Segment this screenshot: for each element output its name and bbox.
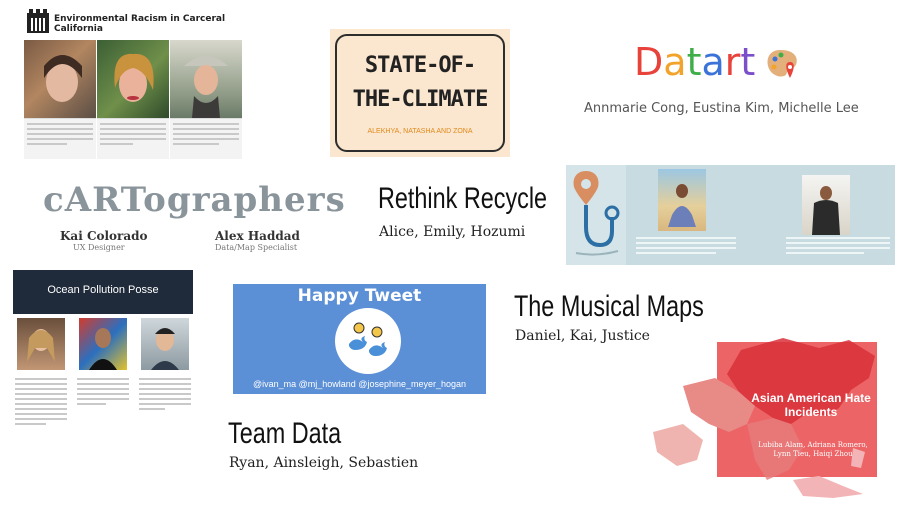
member-photo [97, 40, 169, 118]
tile-header: Environmental Racism in Carceral Califor… [24, 6, 242, 40]
tile-header: Ocean Pollution Posse [13, 270, 193, 314]
tile-title: Ocean Pollution Posse [47, 284, 159, 296]
logo-letter: D [634, 40, 664, 84]
person-role: Data/Map Specialist [215, 243, 298, 252]
member-photo [17, 318, 65, 370]
member-photo [141, 318, 189, 370]
stethoscope-pin-icon [573, 171, 620, 256]
tile-handles: @ivan_ma @mj_howland @josephine_meyer_ho… [252, 379, 467, 389]
logo-letter: a [663, 40, 687, 84]
env-racism-tile[interactable]: Environmental Racism in Carceral Califor… [24, 6, 242, 159]
tile-title-line1: STATE-OF- [364, 53, 476, 78]
tile-members: ALEKHYA, NATASHA AND ZONA [367, 128, 473, 135]
logo-letter: t [740, 40, 756, 84]
tile-title: Happy Tweet [297, 286, 422, 306]
birds-logo [335, 308, 401, 374]
musical-maps-title[interactable]: The Musical Maps [514, 290, 704, 324]
tile-logo-panel [566, 165, 626, 265]
member-caption [97, 118, 169, 159]
logo-letter: t [686, 40, 702, 84]
health-map-tile[interactable] [566, 165, 895, 265]
palette-pin-icon [767, 50, 797, 78]
member-photo [79, 318, 127, 370]
person-name: Kai Colorado [60, 229, 148, 243]
musical-maps-members: Daniel, Kai, Justice [515, 328, 650, 344]
rethink-recycle-members: Alice, Emily, Hozumi [379, 224, 526, 240]
team-data-members: Ryan, Ainsleigh, Sebastien [229, 455, 419, 471]
person-role: UX Designer [73, 243, 125, 252]
member-photo [658, 169, 706, 231]
logo-letter: a [701, 40, 725, 84]
member-caption [24, 118, 96, 159]
state-of-climate-tile[interactable]: STATE-OF- THE-CLIMATE ALEKHYA, NATASHA A… [330, 29, 510, 157]
asian-american-hate-tile[interactable]: Asian American Hate Incidents Lubiba Ala… [643, 320, 888, 498]
twitter-birds-icon [349, 322, 387, 356]
logo-letter: r [724, 40, 741, 84]
tile-title-line2: THE-CLIMATE [352, 87, 489, 112]
member-caption [170, 118, 242, 159]
cartographers-title[interactable]: cARTographers [43, 180, 346, 220]
member-photo [170, 40, 242, 118]
ocean-pollution-tile[interactable]: Ocean Pollution Posse [13, 270, 193, 447]
tile-title: Environmental Racism in Carceral Califor… [54, 14, 226, 34]
team-data-title[interactable]: Team Data [228, 417, 341, 451]
person-name: Alex Haddad [215, 229, 300, 243]
prison-icon [27, 9, 49, 33]
tile-title: Asian American Hate Incidents [751, 391, 871, 419]
member-photo [24, 40, 96, 118]
datart-members: Annmarie Cong, Eustina Kim, Michelle Lee [584, 101, 859, 116]
member-photo [802, 175, 850, 235]
happy-tweet-tile[interactable]: Happy Tweet @ivan_ma @mj_howland @joseph… [233, 284, 486, 394]
rethink-recycle-title[interactable]: Rethink Recycle [378, 182, 547, 216]
datart-logo-text[interactable]: Datart [634, 40, 755, 84]
tile-members: Lubiba Alam, Adriana Romero, Lynn Tieu, … [758, 441, 868, 458]
